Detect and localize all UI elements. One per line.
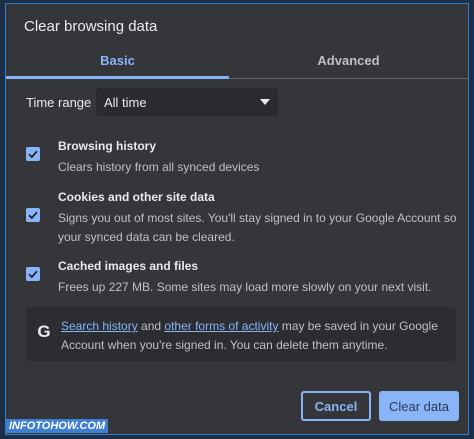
clear-browsing-data-dialog: Clear browsing data Basic Advanced Time … (5, 3, 469, 435)
option-cookies: Cookies and other site data Signs you ou… (26, 190, 457, 250)
cancel-button[interactable]: Cancel (301, 391, 371, 421)
dropdown-arrow-icon (260, 99, 270, 105)
checkmark-icon (28, 150, 38, 159)
cached-images-description: Frees up 227 MB. Some sites may load mor… (58, 280, 432, 294)
cookies-description: Signs you out of most sites. You'll stay… (58, 211, 457, 244)
browsing-history-title: Browsing history (58, 139, 157, 153)
checkmark-icon (28, 270, 38, 279)
browsing-history-description: Clears history from all synced devices (58, 160, 260, 174)
tab-bar: Basic Advanced (6, 42, 468, 79)
notice-text: Search history and other forms of activi… (61, 317, 446, 354)
tab-advanced[interactable]: Advanced (229, 42, 468, 78)
cached-images-title: Cached images and files (58, 259, 199, 273)
browsing-history-checkbox[interactable] (26, 147, 40, 161)
dialog-title: Clear browsing data (24, 18, 158, 35)
notice-and: and (137, 319, 165, 333)
google-activity-notice: G Search history and other forms of acti… (26, 307, 456, 361)
checkmark-icon (28, 211, 38, 220)
active-tab-indicator (6, 76, 229, 79)
google-g-icon: G (37, 322, 51, 341)
option-browsing-history: Browsing history Clears history from all… (26, 139, 456, 179)
cookies-title: Cookies and other site data (58, 190, 215, 204)
other-activity-link[interactable]: other forms of activity (164, 319, 278, 333)
clear-data-button[interactable]: Clear data (379, 391, 459, 421)
time-range-label: Time range (26, 95, 92, 110)
cached-images-checkbox[interactable] (26, 267, 40, 281)
search-history-link[interactable]: Search history (61, 319, 138, 333)
option-cached-images: Cached images and files Frees up 227 MB.… (26, 259, 456, 299)
time-range-select[interactable]: All time (96, 88, 278, 116)
tab-basic[interactable]: Basic (6, 42, 229, 78)
time-range-value: All time (104, 94, 147, 110)
cookies-checkbox[interactable] (26, 208, 40, 222)
watermark: INFOTOHOW.COM (6, 419, 109, 433)
